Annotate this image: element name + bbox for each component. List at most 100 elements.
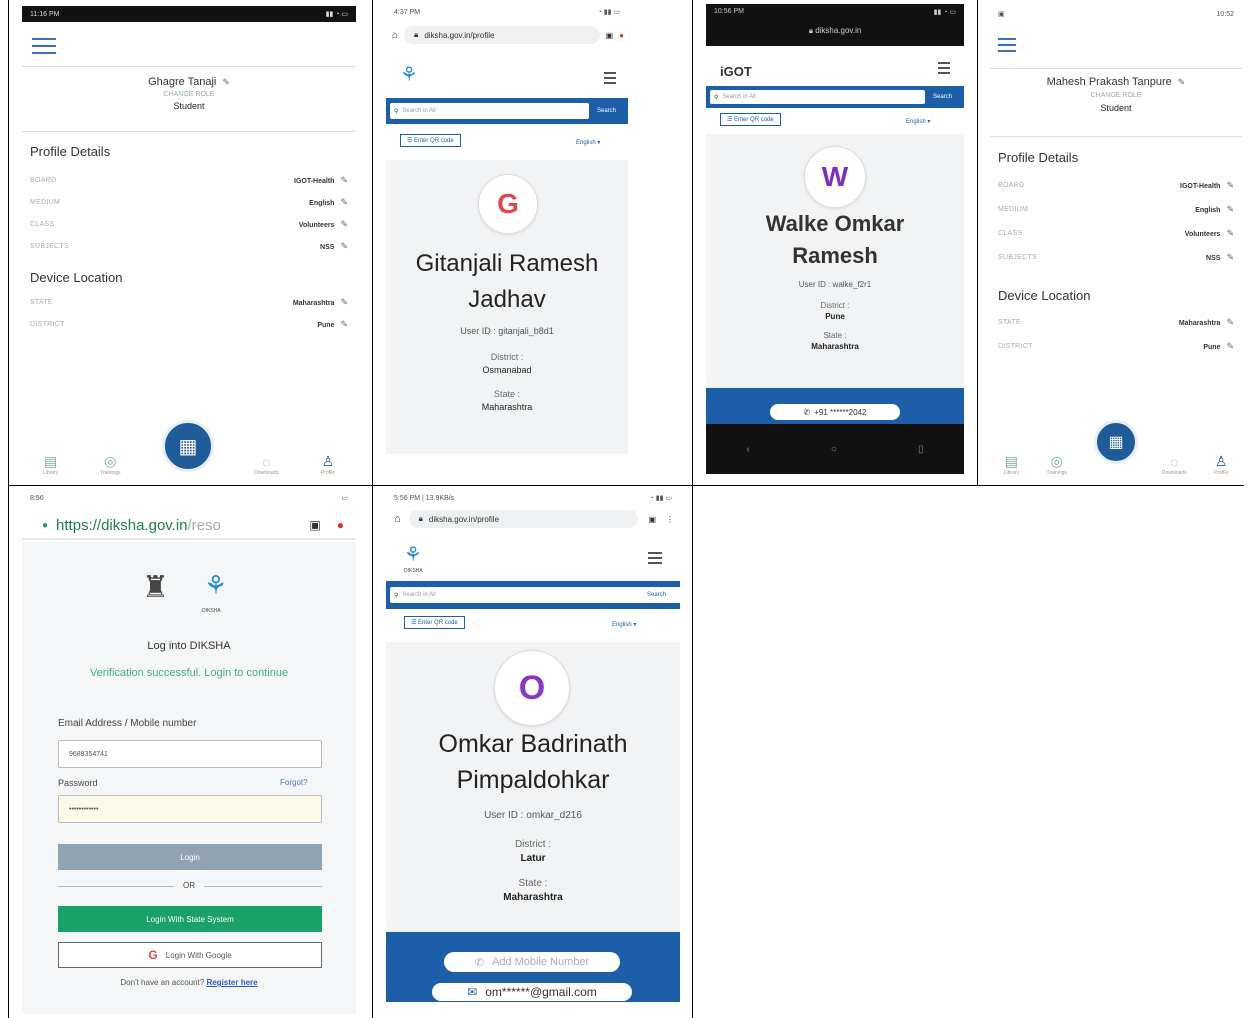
status-icons: ▭ — [341, 495, 348, 502]
edit-icon[interactable]: ✎ — [340, 175, 348, 185]
row-value: Maharashtra — [292, 299, 335, 307]
search-icon: ⚲ — [714, 94, 719, 101]
profile-row: CLASS Volunteers ✎ — [998, 221, 1234, 245]
state-value: Maharashtra — [503, 892, 563, 903]
tabs-icon[interactable]: ▣ — [309, 518, 320, 532]
state-label: State : — [493, 389, 520, 399]
search-button[interactable]: Search — [925, 94, 960, 100]
edit-icon[interactable]: ✎ — [340, 241, 348, 251]
menu-icon[interactable] — [648, 552, 662, 568]
language-select[interactable]: English ▾ — [906, 118, 930, 125]
back-icon[interactable]: ‹ — [747, 444, 750, 455]
login-button[interactable]: Login — [58, 844, 322, 870]
row-key: DISTRICT — [30, 320, 65, 328]
add-mobile-button[interactable]: ✆ Add Mobile Number — [444, 952, 620, 972]
edit-icon[interactable]: ✎ — [1226, 252, 1234, 262]
enter-qr-button[interactable]: ☰ Enter QR code — [400, 134, 461, 147]
recent-icon[interactable]: ▯ — [918, 444, 924, 455]
menu-dots-icon[interactable]: ● — [619, 31, 624, 40]
diksha-logo: ⚘ — [204, 570, 228, 600]
row-value: IGOT-Health — [294, 177, 335, 185]
enter-qr-button[interactable]: ☰ Enter QR code — [404, 616, 465, 629]
phone-pill[interactable]: ✆ +91 ******2042 — [770, 404, 900, 420]
email-label: Email Address / Mobile number — [58, 718, 197, 729]
google-login-button[interactable]: G Login With Google — [58, 942, 322, 968]
tabs-icon[interactable]: ▣ — [648, 515, 656, 524]
home-icon[interactable]: ○ — [831, 444, 837, 455]
search-input[interactable]: ⚲ Search in All — [390, 103, 589, 119]
password-label: Password — [58, 778, 98, 788]
trainings-icon: ◎ — [1050, 453, 1063, 469]
edit-icon[interactable]: ✎ — [1226, 317, 1234, 327]
profile-details-title: Profile Details — [30, 144, 111, 159]
tabs-icon[interactable]: ▣ — [606, 31, 614, 40]
url-field[interactable]: 🔒︎ diksha.gov.in/profile — [408, 510, 639, 528]
edit-icon[interactable]: ✎ — [222, 77, 230, 87]
nav-profile[interactable]: ♙ Profile — [321, 453, 335, 476]
change-role-link[interactable]: CHANGE ROLE — [990, 92, 1242, 99]
avatar: O — [494, 650, 570, 726]
nav-library[interactable]: ▤ Library — [43, 453, 58, 476]
profile-row: CLASS Volunteers ✎ — [30, 213, 348, 235]
browser-url-bar: ⌂ 🔒︎ diksha.gov.in/profile ▣ ● — [392, 26, 624, 44]
password-field[interactable]: •••••••••••• — [58, 795, 322, 823]
row-value: NSS — [1206, 254, 1221, 262]
district-label: District : — [490, 352, 524, 362]
row-key: CLASS — [998, 229, 1023, 237]
search-input[interactable]: ⚲ Search in All — [710, 90, 925, 104]
url-text[interactable]: 🔒︎ diksha.gov.in — [706, 26, 964, 36]
row-value: Volunteers — [298, 221, 335, 229]
edit-icon[interactable]: ✎ — [1178, 77, 1186, 87]
menu-dots-icon[interactable]: ⋮ — [666, 515, 674, 524]
user-id: User ID : gitanjali_b8d1 — [460, 326, 554, 336]
user-id: User ID : walke_f2r1 — [798, 280, 872, 289]
status-time: 10:56 PM — [714, 8, 744, 15]
user-name: Ghagre Tanaji — [148, 76, 217, 88]
email-field[interactable]: 9689354741 — [58, 740, 322, 768]
menu-icon[interactable] — [604, 72, 616, 88]
edit-icon[interactable]: ✎ — [340, 297, 348, 307]
home-icon[interactable]: ⌂ — [392, 30, 398, 41]
row-value: Maharashtra — [1178, 319, 1221, 327]
library-icon: ▤ — [43, 453, 58, 469]
url-field[interactable]: 🔒︎ diksha.gov.in/profile — [404, 26, 600, 44]
language-select[interactable]: English ▾ — [612, 621, 636, 628]
forgot-link[interactable]: Forgot? — [280, 778, 308, 787]
edit-icon[interactable]: ✎ — [1226, 180, 1234, 190]
menu-dots-icon[interactable]: ● — [337, 518, 344, 532]
state-login-button[interactable]: Login With State System — [58, 906, 322, 932]
nav-downloads[interactable]: ◌ Downloads — [1162, 454, 1187, 476]
edit-icon[interactable]: ✎ — [1226, 228, 1234, 238]
menu-icon[interactable] — [938, 62, 950, 78]
nav-profile[interactable]: ♙ Profile — [1214, 453, 1228, 476]
menu-icon[interactable] — [32, 38, 56, 54]
home-icon[interactable]: ⌂ — [394, 513, 401, 525]
edit-icon[interactable]: ✎ — [1226, 204, 1234, 214]
device-location-title: Device Location — [998, 288, 1091, 303]
edit-icon[interactable]: ✎ — [340, 197, 348, 207]
register-link[interactable]: Register here — [206, 978, 257, 987]
nav-library[interactable]: ▤ Library — [1004, 453, 1019, 476]
verify-message: Verification successful. Login to contin… — [89, 667, 289, 679]
email-pill[interactable]: ✉ om******@gmail.com — [432, 983, 632, 1001]
menu-icon[interactable] — [998, 38, 1016, 54]
nav-downloads[interactable]: ◌ Downloads — [254, 454, 279, 476]
edit-icon[interactable]: ✎ — [340, 219, 348, 229]
profile-row: MEDIUM English ✎ — [998, 197, 1234, 221]
login-title: Log into DIKSHA — [147, 640, 231, 652]
nav-trainings[interactable]: ◎ Trainings — [1047, 453, 1067, 476]
search-button[interactable]: Search — [636, 588, 676, 602]
enter-qr-button[interactable]: ☰ Enter QR code — [720, 113, 781, 126]
android-nav: ‹ ○ ▯ — [706, 424, 964, 474]
state-value: Maharashtra — [811, 342, 859, 351]
edit-icon[interactable]: ✎ — [340, 319, 348, 329]
search-button[interactable]: Search — [589, 108, 624, 114]
status-icons: ▮▮ ◔ ▭ — [325, 11, 348, 18]
edit-icon[interactable]: ✎ — [1226, 341, 1234, 351]
igot-logo: iGOT — [720, 64, 752, 79]
change-role-link[interactable]: CHANGE ROLE — [22, 91, 356, 98]
nav-trainings[interactable]: ◎ Trainings — [100, 453, 120, 476]
url-field[interactable]: https://diksha.gov.in/reso — [56, 517, 221, 534]
search-bar: ⚲ Search in All Search — [706, 86, 964, 108]
language-select[interactable]: English ▾ — [576, 139, 600, 146]
